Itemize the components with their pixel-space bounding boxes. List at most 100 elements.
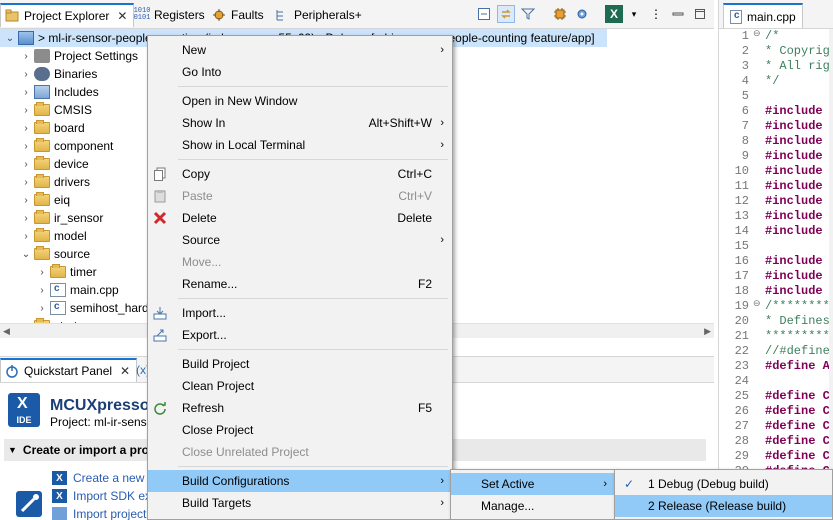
- tree-item[interactable]: › drivers: [0, 173, 90, 191]
- line-number: 11: [734, 179, 749, 193]
- settings-icon: [34, 49, 50, 63]
- menu-item-source[interactable]: Source ›: [148, 229, 452, 251]
- link-with-editor-icon[interactable]: [497, 5, 515, 23]
- menu-item-go-into[interactable]: Go Into: [148, 61, 452, 83]
- menu-item-refresh[interactable]: Refresh F5: [148, 397, 452, 419]
- tree-item-label: model: [54, 229, 87, 243]
- chevron-right-icon[interactable]: ›: [20, 105, 32, 116]
- import-sdk-icon: X: [52, 489, 67, 503]
- menu-item-show-in[interactable]: Show In Alt+Shift+W ›: [148, 112, 452, 134]
- fold-icon[interactable]: ⊖: [753, 299, 763, 314]
- chevron-right-icon[interactable]: ›: [36, 285, 48, 296]
- delete-icon: [152, 210, 168, 226]
- scroll-right-icon[interactable]: ▶: [704, 326, 711, 337]
- tree-item[interactable]: › Project Settings: [0, 47, 138, 65]
- line-number: 19: [734, 299, 749, 313]
- fold-gutter: [753, 89, 763, 104]
- tab-main-cpp[interactable]: main.cpp: [723, 3, 803, 28]
- chevron-right-icon[interactable]: ›: [20, 213, 32, 224]
- code-text: */: [765, 74, 780, 88]
- tab-quickstart[interactable]: Quickstart Panel ✕: [0, 358, 138, 382]
- tab-project-explorer[interactable]: Project Explorer ✕: [0, 3, 135, 27]
- chevron-right-icon[interactable]: ›: [36, 267, 48, 278]
- menu-item-label: Export...: [182, 328, 227, 342]
- menu-item-export[interactable]: Export...: [148, 324, 452, 346]
- maximize-icon[interactable]: [691, 5, 709, 23]
- close-icon[interactable]: ✕: [120, 364, 130, 378]
- settings-gear-icon[interactable]: [573, 5, 591, 23]
- chevron-right-icon[interactable]: ›: [20, 195, 32, 206]
- menu-item-open-in-new-window[interactable]: Open in New Window: [148, 90, 452, 112]
- chip-icon[interactable]: [551, 5, 569, 23]
- menu-item-move[interactable]: Move...: [148, 251, 452, 273]
- code-line: 10 #include ": [719, 164, 833, 179]
- chevron-right-icon[interactable]: ›: [20, 231, 32, 242]
- menu-item-close-unrelated-project[interactable]: Close Unrelated Project: [148, 441, 452, 463]
- fold-gutter: [753, 59, 763, 74]
- tree-item[interactable]: › component: [0, 137, 113, 155]
- filter-icon[interactable]: [519, 5, 537, 23]
- create-new-project-link[interactable]: X Create a new C: [52, 469, 156, 487]
- tree-item[interactable]: › board: [0, 119, 85, 137]
- chevron-down-icon[interactable]: ⌄: [20, 249, 32, 260]
- tab-faults[interactable]: Faults: [211, 3, 264, 27]
- editor-tabbar: main.cpp: [719, 0, 833, 29]
- menu-item-shortcut: Alt+Shift+W: [368, 116, 432, 130]
- tree-item[interactable]: › Binaries: [0, 65, 97, 83]
- scroll-left-icon[interactable]: ◀: [3, 326, 10, 337]
- fold-gutter: [753, 374, 763, 389]
- code-text: /*: [765, 29, 780, 43]
- minimize-icon[interactable]: [669, 5, 687, 23]
- tree-item[interactable]: › Includes: [0, 83, 99, 101]
- menu-item-set-active[interactable]: Set Active ›: [451, 473, 615, 495]
- menu-item-1-debug-debug-build[interactable]: ✓ 1 Debug (Debug build): [615, 473, 832, 495]
- menu-item-delete[interactable]: Delete Delete: [148, 207, 452, 229]
- import-sdk-examples-link[interactable]: X Import SDK ex: [52, 487, 151, 505]
- tab-peripherals[interactable]: Peripherals+: [274, 3, 362, 27]
- menu-item-build-project[interactable]: Build Project: [148, 353, 452, 375]
- chevron-right-icon[interactable]: ›: [36, 303, 48, 314]
- tree-item[interactable]: › main.cpp: [0, 281, 119, 299]
- menu-item-copy[interactable]: Copy Ctrl+C: [148, 163, 452, 185]
- menu-item-close-project[interactable]: Close Project: [148, 419, 452, 441]
- menu-item-build-configurations[interactable]: Build Configurations ›: [148, 470, 452, 492]
- chevron-right-icon[interactable]: ›: [20, 123, 32, 134]
- fold-icon[interactable]: ⊖: [753, 29, 763, 44]
- mcux-config-tools-icon[interactable]: X: [605, 5, 623, 23]
- explorer-tabbar: Project Explorer ✕ 1010 0101 Registers Fa…: [0, 0, 714, 29]
- source-file-icon: [730, 9, 742, 24]
- tree-item[interactable]: ⌄ source: [0, 245, 90, 263]
- close-icon[interactable]: ✕: [117, 9, 127, 23]
- menu-item-clean-project[interactable]: Clean Project: [148, 375, 452, 397]
- import-project-link[interactable]: Import project: [52, 505, 146, 520]
- code-text: #include ": [765, 254, 833, 268]
- project-explorer-icon: [4, 8, 20, 24]
- menu-item-2-release-release-build[interactable]: 2 Release (Release build): [615, 495, 832, 517]
- menu-item-show-in-local-terminal[interactable]: Show in Local Terminal ›: [148, 134, 452, 156]
- code-line: 18 #include ": [719, 284, 833, 299]
- menu-item-paste[interactable]: Paste Ctrl+V: [148, 185, 452, 207]
- menu-item-import[interactable]: Import...: [148, 302, 452, 324]
- collapse-all-icon[interactable]: [475, 5, 493, 23]
- tree-item[interactable]: › eiq: [0, 191, 70, 209]
- view-menu-icon[interactable]: ⋮: [647, 5, 665, 23]
- chevron-right-icon[interactable]: ›: [20, 141, 32, 152]
- tree-item[interactable]: › timer: [0, 263, 97, 281]
- menu-item-rename[interactable]: Rename... F2: [148, 273, 452, 295]
- tree-item[interactable]: › ir_sensor: [0, 209, 103, 227]
- chevron-right-icon[interactable]: ›: [20, 51, 32, 62]
- tree-item[interactable]: › CMSIS: [0, 101, 92, 119]
- menu-item-label: Set Active: [481, 477, 535, 491]
- chevron-down-icon[interactable]: ▾: [625, 5, 643, 23]
- chevron-right-icon[interactable]: ›: [20, 159, 32, 170]
- menu-item-manage[interactable]: Manage...: [451, 495, 615, 517]
- tree-item[interactable]: › model: [0, 227, 87, 245]
- menu-item-build-targets[interactable]: Build Targets ›: [148, 492, 452, 514]
- menu-item-new[interactable]: New ›: [148, 39, 452, 61]
- chevron-right-icon[interactable]: ›: [20, 87, 32, 98]
- chevron-right-icon[interactable]: ›: [20, 69, 32, 80]
- chevron-right-icon[interactable]: ›: [20, 177, 32, 188]
- chevron-down-icon[interactable]: ⌄: [4, 33, 16, 44]
- tab-registers[interactable]: 1010 0101 Registers: [134, 3, 205, 27]
- tree-item[interactable]: › device: [0, 155, 89, 173]
